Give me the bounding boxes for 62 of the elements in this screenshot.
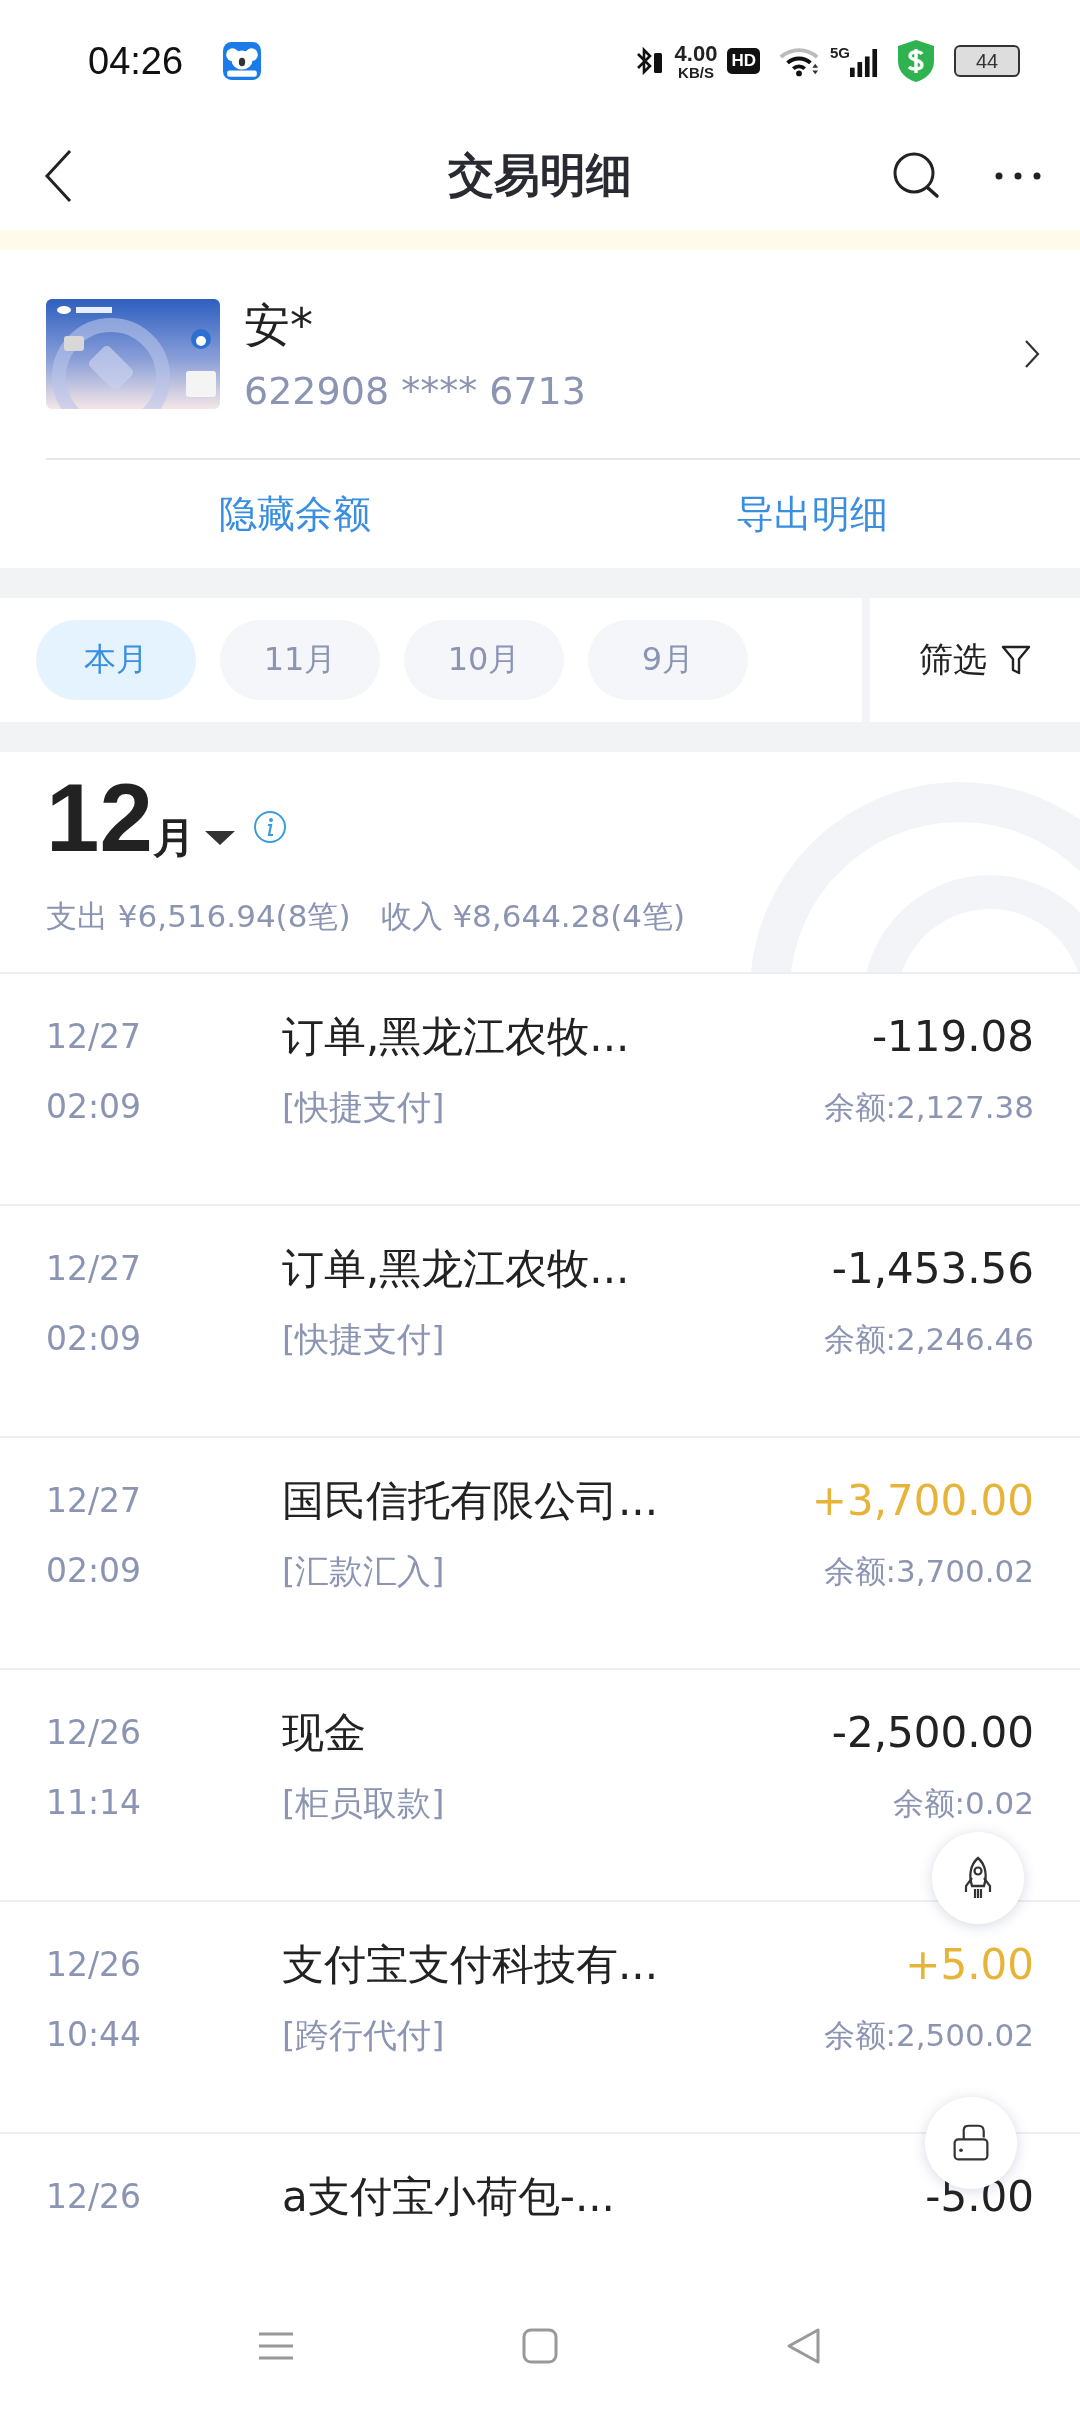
transaction-amount: +3,700.00 [811, 1478, 1034, 1524]
transaction-row[interactable]: 12/27 02:09 国民信托有限公司... [汇款汇入] +3,700.00 余额:3,700.02 [0, 1438, 1080, 1670]
expense-total: 支出 ¥6,516.94(8笔) [46, 897, 351, 936]
transaction-time: 11:14 [46, 1782, 143, 1824]
back-icon[interactable] [44, 149, 74, 203]
clock-time: 04:26 [88, 39, 184, 83]
transaction-channel: [跨行代付] [282, 2014, 446, 2057]
transaction-amount: -119.08 [871, 1014, 1034, 1060]
transaction-channel: [快捷支付] [282, 1086, 446, 1129]
signal-icon [850, 48, 878, 78]
battery-level: 44 [975, 49, 999, 73]
transaction-time: 02:09 [46, 1086, 143, 1128]
transaction-amount: -1,453.56 [831, 1246, 1034, 1292]
network-type: 5G [830, 44, 850, 61]
card-number: 622908 **** 6713 [244, 369, 587, 413]
filter-button[interactable]: 筛选 [919, 637, 987, 683]
transaction-time: 02:09 [46, 1550, 143, 1592]
transaction-row[interactable]: 12/27 02:09 订单,黑龙江农牧... [快捷支付] -1,453.56 余额:2,246.46 [0, 1206, 1080, 1438]
transaction-title: a支付宝小荷包-... [282, 2174, 616, 2220]
more-icon[interactable] [994, 171, 1042, 181]
network-speed: 4.00 [674, 42, 718, 65]
hd-badge: HD [727, 48, 760, 74]
transaction-date: 12/27 [46, 1480, 143, 1522]
rocket-button[interactable] [932, 1832, 1024, 1924]
transaction-title: 国民信托有限公司... [282, 1478, 660, 1524]
transaction-time: 10:44 [46, 2014, 143, 2056]
transaction-date: 12/26 [46, 1944, 143, 1986]
transaction-amount: +5.00 [905, 1942, 1034, 1988]
transaction-channel: [柜员取款] [282, 1782, 446, 1825]
balance-text: 余额:3,700.02 [823, 1552, 1034, 1591]
funnel-icon[interactable] [1001, 644, 1031, 676]
balance-text: 余额:2,500.02 [823, 2016, 1034, 2055]
transaction-channel: [汇款汇入] [282, 1550, 446, 1593]
chevron-right-icon [1024, 339, 1040, 369]
transaction-date: 12/27 [46, 1016, 143, 1058]
month-number: 12 [46, 770, 153, 866]
balance-text: 余额:0.02 [892, 1784, 1034, 1823]
transaction-amount: -2,500.00 [831, 1710, 1034, 1756]
shield-dollar-icon [896, 39, 936, 83]
transaction-title: 订单,黑龙江农牧... [282, 1014, 631, 1060]
transaction-date: 12/26 [46, 1712, 143, 1754]
transaction-channel: [快捷支付] [282, 1318, 446, 1361]
balance-text: 余额:2,246.46 [823, 1320, 1034, 1359]
transaction-date: 12/26 [46, 2176, 143, 2218]
transaction-title: 现金 [282, 1710, 367, 1756]
home-icon[interactable] [520, 2326, 560, 2366]
transaction-time: 02:09 [46, 1318, 143, 1360]
info-icon [252, 810, 287, 844]
account-row[interactable]: 安* 622908 **** 6713 [46, 250, 1080, 460]
transaction-row[interactable]: 12/27 02:09 订单,黑龙江农牧... [快捷支付] -119.08 余额:2,127.38 [0, 974, 1080, 1206]
transaction-title: 订单,黑龙江农牧... [282, 1246, 631, 1292]
koala-app-icon [223, 42, 262, 80]
income-total: 收入 ¥8,644.28(4笔) [380, 897, 686, 936]
search-icon[interactable] [892, 151, 942, 201]
account-name: 安* [244, 297, 314, 354]
balance-text: 余额:2,127.38 [823, 1088, 1034, 1127]
speed-unit: KB/S [678, 64, 714, 80]
caret-icon [204, 830, 235, 846]
transaction-title: 支付宝支付科技有... [282, 1942, 660, 1988]
page-title: 交易明细 [448, 147, 632, 204]
month-dropdown[interactable]: 月 [152, 810, 235, 866]
transaction-date: 12/27 [46, 1248, 143, 1290]
